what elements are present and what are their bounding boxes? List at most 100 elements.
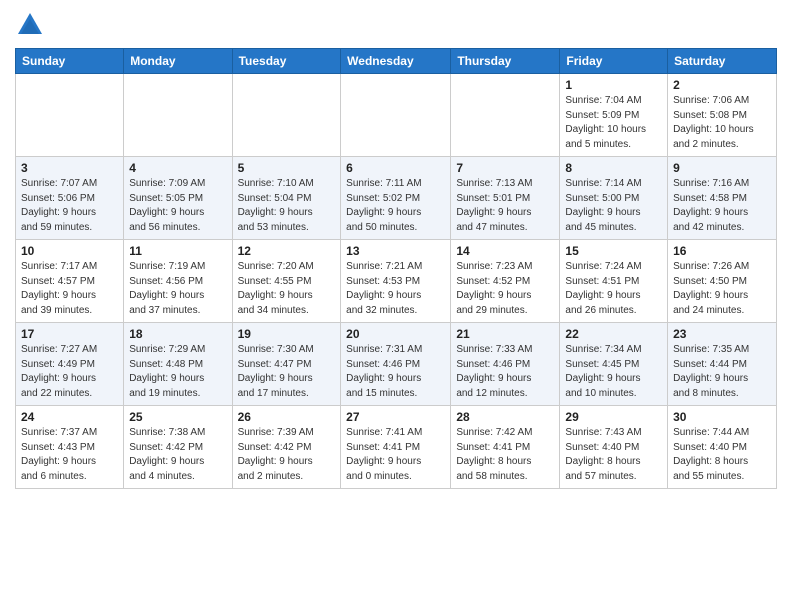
day-info: Sunrise: 7:43 AMSunset: 4:40 PMDaylight:… bbox=[565, 426, 662, 484]
day-number: 18 bbox=[129, 327, 226, 341]
day-number: 10 bbox=[21, 244, 118, 258]
day-info: Sunrise: 7:27 AMSunset: 4:49 PMDaylight:… bbox=[21, 343, 118, 401]
day-number: 19 bbox=[238, 327, 336, 341]
calendar-cell: 12 Sunrise: 7:20 AMSunset: 4:55 PMDayligh… bbox=[232, 240, 341, 323]
day-info: Sunrise: 7:30 AMSunset: 4:47 PMDaylight:… bbox=[238, 343, 336, 401]
calendar-cell: 28 Sunrise: 7:42 AMSunset: 4:41 PMDayligh… bbox=[451, 406, 560, 489]
day-number: 16 bbox=[673, 244, 771, 258]
day-info: Sunrise: 7:44 AMSunset: 4:40 PMDaylight:… bbox=[673, 426, 771, 484]
calendar-cell: 13Sunrise: 7:21 AMSunset: 4:53 PMDayligh… bbox=[341, 240, 451, 323]
day-info: Sunrise: 7:13 AMSunset: 5:01 PMDaylight:… bbox=[456, 177, 554, 235]
day-number: 22 bbox=[565, 327, 662, 341]
weekday-header-saturday: Saturday bbox=[668, 49, 777, 74]
day-info: Sunrise: 7:42 AMSunset: 4:41 PMDaylight:… bbox=[456, 426, 554, 484]
day-number: 13 bbox=[346, 244, 445, 258]
calendar-cell: 26 Sunrise: 7:39 AMSunset: 4:42 PMDayligh… bbox=[232, 406, 341, 489]
calendar-week-row: 3 Sunrise: 7:07 AMSunset: 5:06 PMDaylight… bbox=[16, 157, 777, 240]
day-number: 5 bbox=[238, 161, 336, 175]
calendar-cell: 21 Sunrise: 7:33 AMSunset: 4:46 PMDayligh… bbox=[451, 323, 560, 406]
calendar-cell bbox=[16, 74, 124, 157]
day-info: Sunrise: 7:35 AMSunset: 4:44 PMDaylight:… bbox=[673, 343, 771, 401]
day-number: 12 bbox=[238, 244, 336, 258]
weekday-header-thursday: Thursday bbox=[451, 49, 560, 74]
day-number: 21 bbox=[456, 327, 554, 341]
calendar-cell: 29 Sunrise: 7:43 AMSunset: 4:40 PMDayligh… bbox=[560, 406, 668, 489]
calendar-cell: 24 Sunrise: 7:37 AMSunset: 4:43 PMDayligh… bbox=[16, 406, 124, 489]
calendar-cell bbox=[124, 74, 232, 157]
day-info: Sunrise: 7:14 AMSunset: 5:00 PMDaylight:… bbox=[565, 177, 662, 235]
day-number: 11 bbox=[129, 244, 226, 258]
page: SundayMondayTuesdayWednesdayThursdayFrid… bbox=[0, 0, 792, 612]
calendar-cell: 30 Sunrise: 7:44 AMSunset: 4:40 PMDayligh… bbox=[668, 406, 777, 489]
calendar-cell: 7Sunrise: 7:13 AMSunset: 5:01 PMDaylight… bbox=[451, 157, 560, 240]
calendar-cell: 25 Sunrise: 7:38 AMSunset: 4:42 PMDayligh… bbox=[124, 406, 232, 489]
day-number: 15 bbox=[565, 244, 662, 258]
calendar-cell: 5Sunrise: 7:10 AMSunset: 5:04 PMDaylight… bbox=[232, 157, 341, 240]
day-info: Sunrise: 7:33 AMSunset: 4:46 PMDaylight:… bbox=[456, 343, 554, 401]
weekday-header-friday: Friday bbox=[560, 49, 668, 74]
day-info: Sunrise: 7:24 AMSunset: 4:51 PMDaylight:… bbox=[565, 260, 662, 318]
day-info: Sunrise: 7:16 AMSunset: 4:58 PMDaylight:… bbox=[673, 177, 771, 235]
calendar-cell: 3 Sunrise: 7:07 AMSunset: 5:06 PMDaylight… bbox=[16, 157, 124, 240]
calendar-cell: 15 Sunrise: 7:24 AMSunset: 4:51 PMDayligh… bbox=[560, 240, 668, 323]
calendar-cell: 10 Sunrise: 7:17 AMSunset: 4:57 PMDayligh… bbox=[16, 240, 124, 323]
day-number: 23 bbox=[673, 327, 771, 341]
weekday-header-wednesday: Wednesday bbox=[341, 49, 451, 74]
calendar-cell bbox=[232, 74, 341, 157]
day-number: 28 bbox=[456, 410, 554, 424]
day-number: 2 bbox=[673, 78, 771, 92]
day-number: 4 bbox=[129, 161, 226, 175]
day-info: Sunrise: 7:26 AMSunset: 4:50 PMDaylight:… bbox=[673, 260, 771, 318]
calendar-cell: 17 Sunrise: 7:27 AMSunset: 4:49 PMDayligh… bbox=[16, 323, 124, 406]
day-number: 17 bbox=[21, 327, 118, 341]
calendar-cell: 1Sunrise: 7:04 AMSunset: 5:09 PMDaylight… bbox=[560, 74, 668, 157]
calendar-cell: 19 Sunrise: 7:30 AMSunset: 4:47 PMDayligh… bbox=[232, 323, 341, 406]
day-info: Sunrise: 7:07 AMSunset: 5:06 PMDaylight:… bbox=[21, 177, 118, 235]
calendar-cell: 4 Sunrise: 7:09 AMSunset: 5:05 PMDaylight… bbox=[124, 157, 232, 240]
day-number: 14 bbox=[456, 244, 554, 258]
calendar-cell: 22 Sunrise: 7:34 AMSunset: 4:45 PMDayligh… bbox=[560, 323, 668, 406]
day-info: Sunrise: 7:34 AMSunset: 4:45 PMDaylight:… bbox=[565, 343, 662, 401]
day-info: Sunrise: 7:37 AMSunset: 4:43 PMDaylight:… bbox=[21, 426, 118, 484]
calendar-week-row: 17 Sunrise: 7:27 AMSunset: 4:49 PMDayligh… bbox=[16, 323, 777, 406]
calendar-cell: 23 Sunrise: 7:35 AMSunset: 4:44 PMDayligh… bbox=[668, 323, 777, 406]
day-info: Sunrise: 7:19 AMSunset: 4:56 PMDaylight:… bbox=[129, 260, 226, 318]
day-number: 29 bbox=[565, 410, 662, 424]
calendar-cell: 2Sunrise: 7:06 AMSunset: 5:08 PMDaylight… bbox=[668, 74, 777, 157]
logo bbox=[15, 10, 49, 40]
calendar-cell: 18 Sunrise: 7:29 AMSunset: 4:48 PMDayligh… bbox=[124, 323, 232, 406]
logo-icon bbox=[15, 10, 45, 40]
calendar-cell: 11 Sunrise: 7:19 AMSunset: 4:56 PMDayligh… bbox=[124, 240, 232, 323]
day-number: 1 bbox=[565, 78, 662, 92]
calendar-cell bbox=[451, 74, 560, 157]
calendar-cell bbox=[341, 74, 451, 157]
day-number: 27 bbox=[346, 410, 445, 424]
day-info: Sunrise: 7:39 AMSunset: 4:42 PMDaylight:… bbox=[238, 426, 336, 484]
calendar-cell: 27 Sunrise: 7:41 AMSunset: 4:41 PMDayligh… bbox=[341, 406, 451, 489]
calendar-table: SundayMondayTuesdayWednesdayThursdayFrid… bbox=[15, 48, 777, 489]
day-info: Sunrise: 7:41 AMSunset: 4:41 PMDaylight:… bbox=[346, 426, 445, 484]
day-number: 8 bbox=[565, 161, 662, 175]
day-info: Sunrise: 7:23 AMSunset: 4:52 PMDaylight:… bbox=[456, 260, 554, 318]
weekday-header-sunday: Sunday bbox=[16, 49, 124, 74]
calendar-week-row: 1Sunrise: 7:04 AMSunset: 5:09 PMDaylight… bbox=[16, 74, 777, 157]
calendar-cell: 20Sunrise: 7:31 AMSunset: 4:46 PMDayligh… bbox=[341, 323, 451, 406]
day-info: Sunrise: 7:29 AMSunset: 4:48 PMDaylight:… bbox=[129, 343, 226, 401]
weekday-header-monday: Monday bbox=[124, 49, 232, 74]
day-number: 6 bbox=[346, 161, 445, 175]
day-number: 24 bbox=[21, 410, 118, 424]
day-info: Sunrise: 7:20 AMSunset: 4:55 PMDaylight:… bbox=[238, 260, 336, 318]
day-info: Sunrise: 7:09 AMSunset: 5:05 PMDaylight:… bbox=[129, 177, 226, 235]
day-number: 25 bbox=[129, 410, 226, 424]
calendar-cell: 8 Sunrise: 7:14 AMSunset: 5:00 PMDaylight… bbox=[560, 157, 668, 240]
day-number: 3 bbox=[21, 161, 118, 175]
day-number: 30 bbox=[673, 410, 771, 424]
day-number: 26 bbox=[238, 410, 336, 424]
header bbox=[15, 10, 777, 40]
calendar-cell: 9Sunrise: 7:16 AMSunset: 4:58 PMDaylight… bbox=[668, 157, 777, 240]
day-number: 20 bbox=[346, 327, 445, 341]
calendar-cell: 6Sunrise: 7:11 AMSunset: 5:02 PMDaylight… bbox=[341, 157, 451, 240]
weekday-header-tuesday: Tuesday bbox=[232, 49, 341, 74]
day-info: Sunrise: 7:38 AMSunset: 4:42 PMDaylight:… bbox=[129, 426, 226, 484]
day-info: Sunrise: 7:17 AMSunset: 4:57 PMDaylight:… bbox=[21, 260, 118, 318]
